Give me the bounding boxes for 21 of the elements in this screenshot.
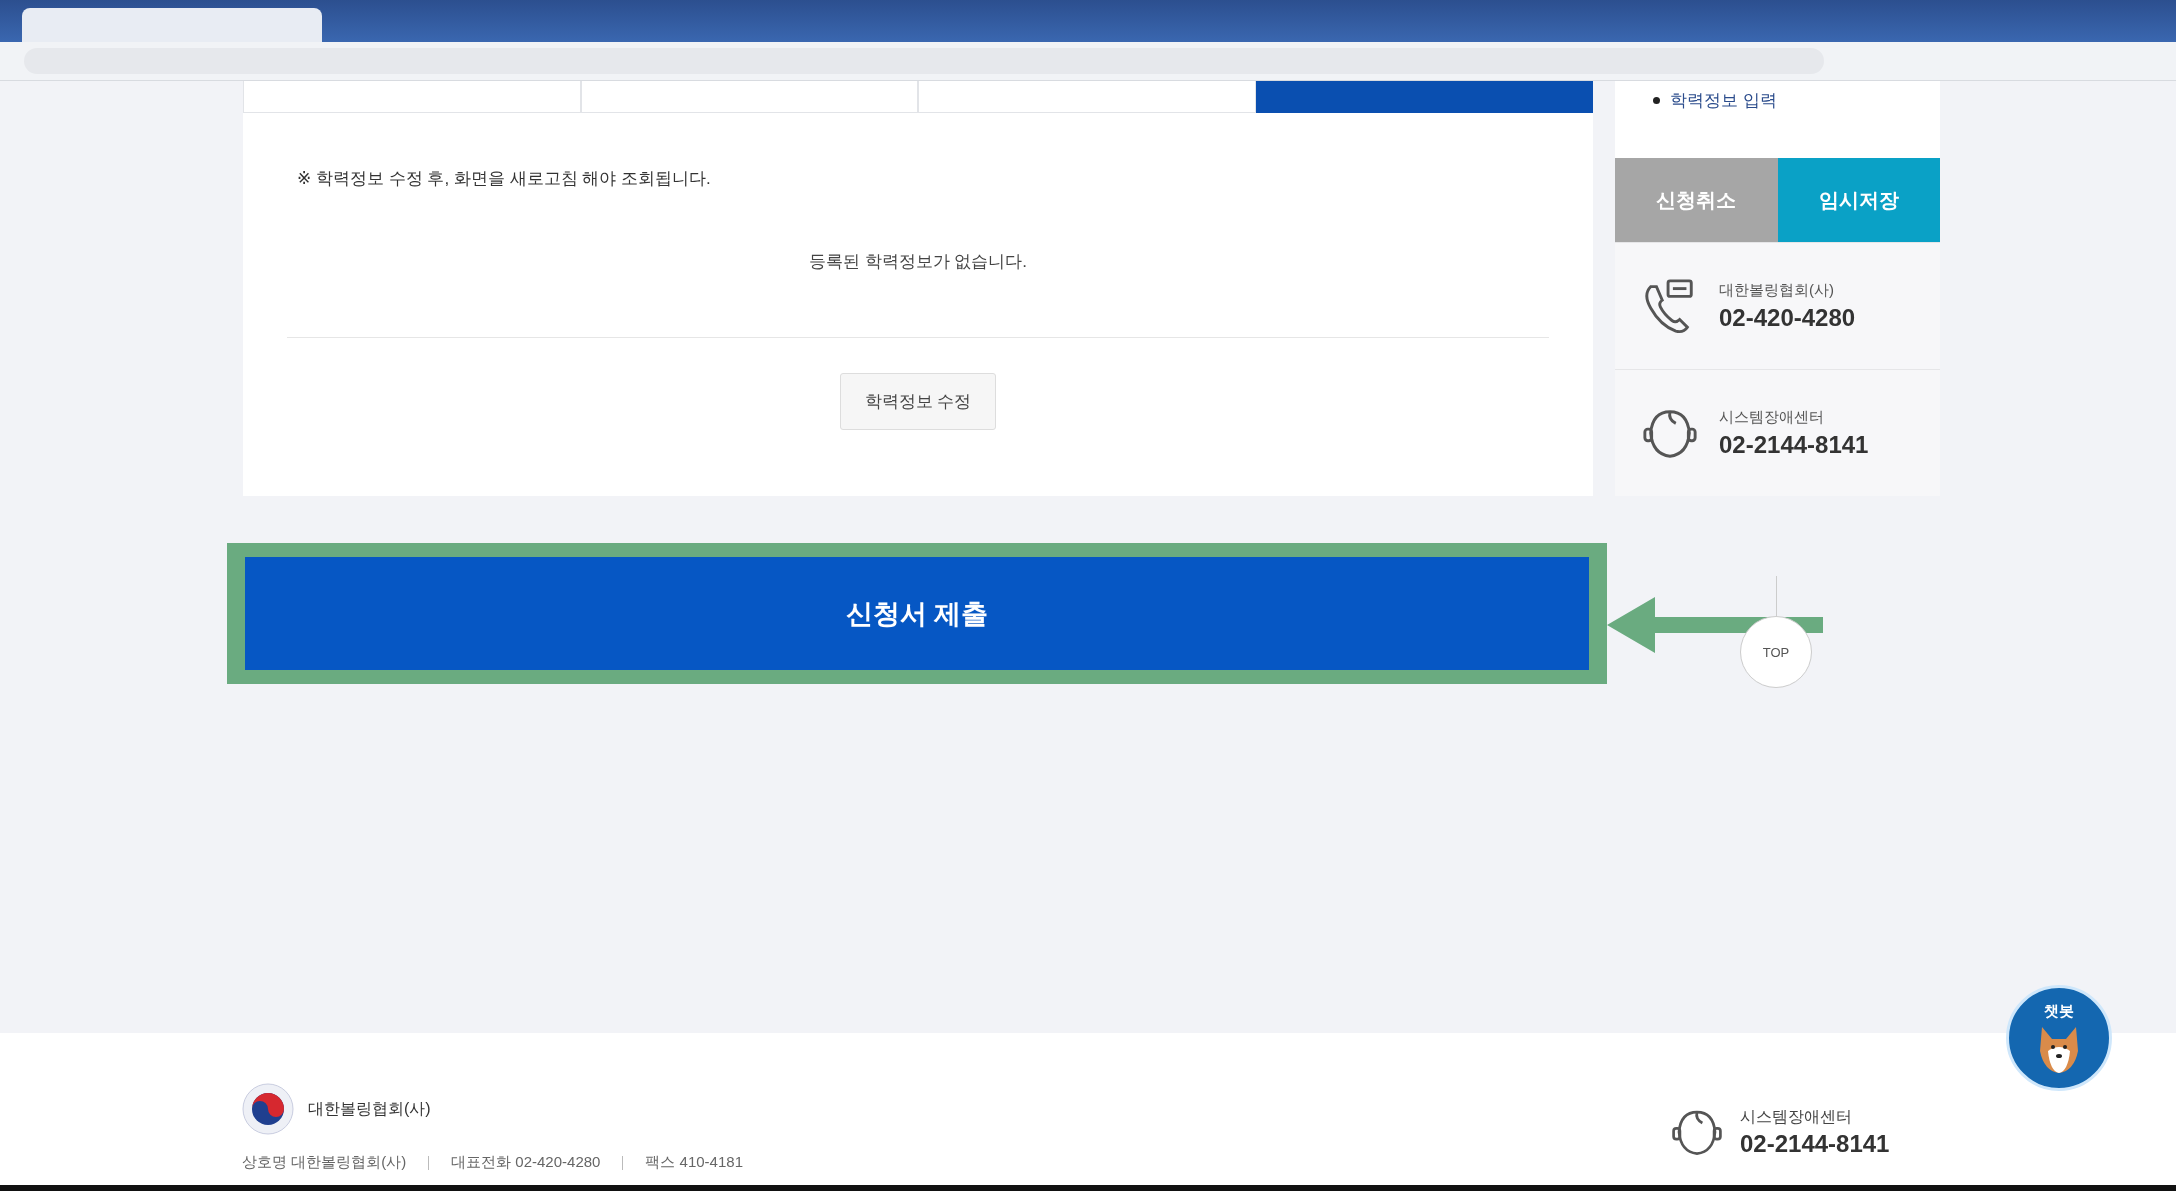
empty-message: 등록된 학력정보가 없습니다.: [808, 251, 1028, 273]
organization-name: 대한볼링협회(사): [308, 1098, 431, 1119]
emblem-logo: [242, 1083, 294, 1135]
contact-name: 시스템장애센터: [1740, 1106, 1853, 1127]
scroll-top-button[interactable]: TOP: [1740, 616, 1812, 688]
chat-button[interactable]: 챗봇: [2006, 985, 2112, 1091]
browser-tab[interactable]: [22, 8, 322, 42]
sidebar-link[interactable]: 학력정보 입력: [1670, 89, 1777, 112]
bullet-icon: [1653, 97, 1660, 104]
footer-info-text: 팩스 410-4181: [645, 1153, 743, 1172]
phone-number: 02-2144-8141: [1719, 430, 1869, 459]
contact-name: 시스템장애센터: [1719, 407, 1825, 427]
phone-number: 02-420-4280: [1719, 303, 1856, 332]
notice-text: ※ 학력정보 수정 후, 화면을 새로고침 해야 조회됩니다.: [297, 168, 711, 190]
footer-info-text: 대표전화 02-420-4280: [451, 1153, 601, 1172]
phone-number: 02-2144-8141: [1740, 1129, 1890, 1158]
submit-button[interactable]: 신청서 제출: [245, 557, 1589, 670]
contact-name: 대한볼링협회(사): [1719, 280, 1835, 300]
edit-button[interactable]: 학력정보 수정: [839, 373, 997, 430]
footer-info-text: 상호명 대한볼링협회(사): [242, 1153, 407, 1172]
form-tab[interactable]: [1255, 81, 1593, 113]
